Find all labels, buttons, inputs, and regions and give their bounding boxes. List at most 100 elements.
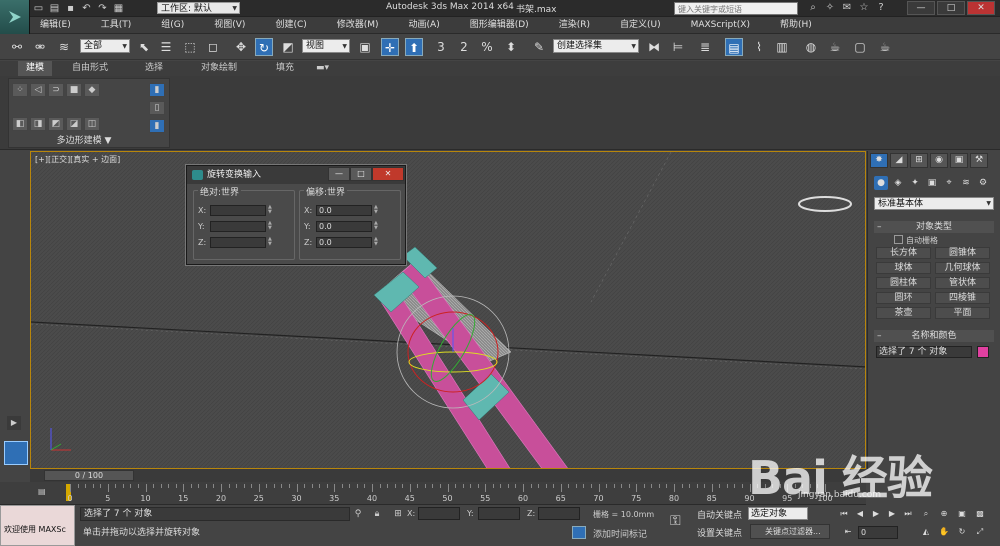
vertex-icon[interactable]: ⁘	[12, 83, 28, 97]
tab-populate[interactable]: 填充	[276, 61, 294, 76]
move-icon[interactable]: ✥	[232, 38, 250, 56]
menu-graph-editors[interactable]: 图形编辑器(D)	[460, 17, 529, 33]
preview-icon[interactable]: ◩	[48, 117, 64, 131]
coord-z-input[interactable]	[538, 507, 580, 520]
open-file-icon[interactable]: ▤	[48, 3, 61, 15]
menu-animation[interactable]: 动画(A)	[399, 17, 440, 33]
communication-icon[interactable]: ✉	[841, 2, 853, 14]
render-setup-icon[interactable]: ☕	[826, 38, 844, 56]
polygon-icon[interactable]: ■	[66, 83, 82, 97]
set-key-button[interactable]: 设置关键点	[697, 526, 742, 539]
object-type-rollout[interactable]: – 对象类型	[874, 221, 994, 233]
help-icon[interactable]: ?	[875, 2, 887, 14]
object-name-input[interactable]: 选择了 7 个 对象	[876, 346, 972, 358]
key-mode-icon[interactable]: ⇤	[842, 526, 854, 538]
render-production-icon[interactable]: ☕	[876, 38, 894, 56]
abs-y-input[interactable]	[210, 221, 266, 232]
lights-icon[interactable]: ✦	[908, 176, 922, 190]
border-icon[interactable]: ⊃	[48, 83, 64, 97]
spinner-icon[interactable]: ▲ ▼	[374, 221, 380, 232]
geosphere-button[interactable]: 几何球体	[935, 262, 990, 274]
viewport[interactable]: [+][正交][真实 + 边面]	[30, 151, 866, 469]
scale-icon[interactable]: ◩	[279, 38, 297, 56]
search-input[interactable]: 键入关键字或短语	[674, 2, 798, 15]
spacewarps-icon[interactable]: ≋	[959, 176, 973, 190]
key-icon[interactable]: ⚿	[670, 513, 681, 529]
orbit-icon[interactable]: ↻	[956, 526, 968, 538]
stack-icon[interactable]: ◨	[30, 117, 46, 131]
edge-icon[interactable]: ◁	[30, 83, 46, 97]
rendered-frame-icon[interactable]: ▢	[851, 38, 869, 56]
spinner-icon[interactable]: ▲ ▼	[268, 205, 274, 216]
collapse-icon[interactable]: ◪	[66, 117, 82, 131]
off-x-input[interactable]: 0.0	[316, 205, 372, 216]
dialog-close-button[interactable]: ✕	[372, 167, 404, 181]
ribbon-side-icon-1[interactable]: ▮	[149, 83, 165, 97]
next-frame-icon[interactable]: ▶	[886, 508, 898, 520]
schematic-view-icon[interactable]: ▥	[773, 38, 791, 56]
maximize-viewport-icon[interactable]: ⤢	[974, 526, 986, 538]
select-object-icon[interactable]: ⬉	[135, 38, 153, 56]
menu-maxscript[interactable]: MAXScript(X)	[681, 17, 750, 33]
menu-edit[interactable]: 编辑(E)	[30, 17, 71, 33]
viewport-layout-icon[interactable]	[4, 441, 28, 465]
motion-tab-icon[interactable]: ◉	[930, 153, 948, 168]
pivot-center-icon[interactable]: ▣	[356, 38, 374, 56]
menu-rendering[interactable]: 渲染(R)	[549, 17, 590, 33]
menu-customize[interactable]: 自定义(U)	[610, 17, 661, 33]
keyboard-shortcut-override-icon[interactable]: ⬆	[405, 38, 423, 56]
menu-create[interactable]: 创建(C)	[265, 17, 306, 33]
off-y-input[interactable]: 0.0	[316, 221, 372, 232]
coord-x-input[interactable]	[418, 507, 460, 520]
coord-y-input[interactable]	[478, 507, 520, 520]
autogrid-checkbox[interactable]: 自动栅格	[894, 235, 938, 246]
pyramid-button[interactable]: 四棱锥	[935, 292, 990, 304]
window-crossing-icon[interactable]: ◻	[204, 38, 222, 56]
menu-views[interactable]: 视图(V)	[204, 17, 245, 33]
subscription-icon[interactable]: ✧	[824, 2, 836, 14]
close-button[interactable]: ✕	[967, 1, 995, 15]
transform-mode-icon[interactable]: ⊞	[392, 508, 404, 520]
dialog-maximize-button[interactable]: □	[350, 167, 372, 181]
cameras-icon[interactable]: ▣	[925, 176, 939, 190]
lock-icon[interactable]: 🔒︎	[371, 508, 383, 520]
save-icon[interactable]: ▪	[64, 3, 77, 15]
object-category-dropdown[interactable]: 标准基本体	[874, 197, 994, 210]
zoom-all-icon[interactable]: ⊕	[938, 508, 950, 520]
zoom-extents-icon[interactable]: ▣	[956, 508, 968, 520]
binoculars-icon[interactable]: ⌕	[807, 2, 819, 14]
named-selection-dropdown[interactable]: 创建选择集	[553, 39, 639, 53]
rect-selection-icon[interactable]: ⬚	[181, 38, 199, 56]
reference-coord-dropdown[interactable]: 视图	[302, 39, 350, 53]
add-time-tag[interactable]: 添加时间标记	[593, 527, 647, 540]
tab-object-paint[interactable]: 对象绘制	[201, 61, 237, 76]
prev-frame-icon[interactable]: ◀	[854, 508, 866, 520]
abs-x-input[interactable]	[210, 205, 266, 216]
geometry-icon[interactable]: ●	[874, 176, 888, 190]
mirror-icon[interactable]: ⧓	[645, 38, 663, 56]
goto-start-icon[interactable]: ⏮	[838, 508, 850, 520]
selection-filter-dropdown[interactable]: 全部	[80, 39, 130, 53]
rotate-icon[interactable]: ↻	[255, 38, 273, 56]
spinner-icon[interactable]: ▲ ▼	[374, 205, 380, 216]
snap-toggle-icon[interactable]: 3	[432, 38, 450, 56]
menu-group[interactable]: 组(G)	[151, 17, 184, 33]
favorites-icon[interactable]: ☆	[858, 2, 870, 14]
cylinder-button[interactable]: 圆柱体	[876, 277, 931, 289]
menu-modifiers[interactable]: 修改器(M)	[327, 17, 379, 33]
show-end-icon[interactable]: ◫	[84, 117, 100, 131]
ribbon-side-icon-3[interactable]: ▮	[149, 119, 165, 133]
menu-tools[interactable]: 工具(T)	[91, 17, 132, 33]
tab-modeling[interactable]: 建模	[18, 61, 53, 76]
edit-named-selection-icon[interactable]: ✎	[530, 38, 548, 56]
cone-button[interactable]: 圆锥体	[935, 247, 990, 259]
tab-freeform[interactable]: 自由形式	[72, 61, 108, 76]
pan-icon[interactable]: ✋	[938, 526, 950, 538]
create-tab-icon[interactable]: ✸	[870, 153, 888, 168]
object-color-swatch[interactable]	[977, 346, 989, 358]
dialog-minimize-button[interactable]: —	[328, 167, 350, 181]
project-folder-icon[interactable]: ▦	[112, 3, 125, 15]
unlink-icon[interactable]: ⚮	[31, 38, 49, 56]
layer-manager-icon[interactable]: ≣	[696, 38, 714, 56]
teapot-button[interactable]: 茶壶	[876, 307, 931, 319]
